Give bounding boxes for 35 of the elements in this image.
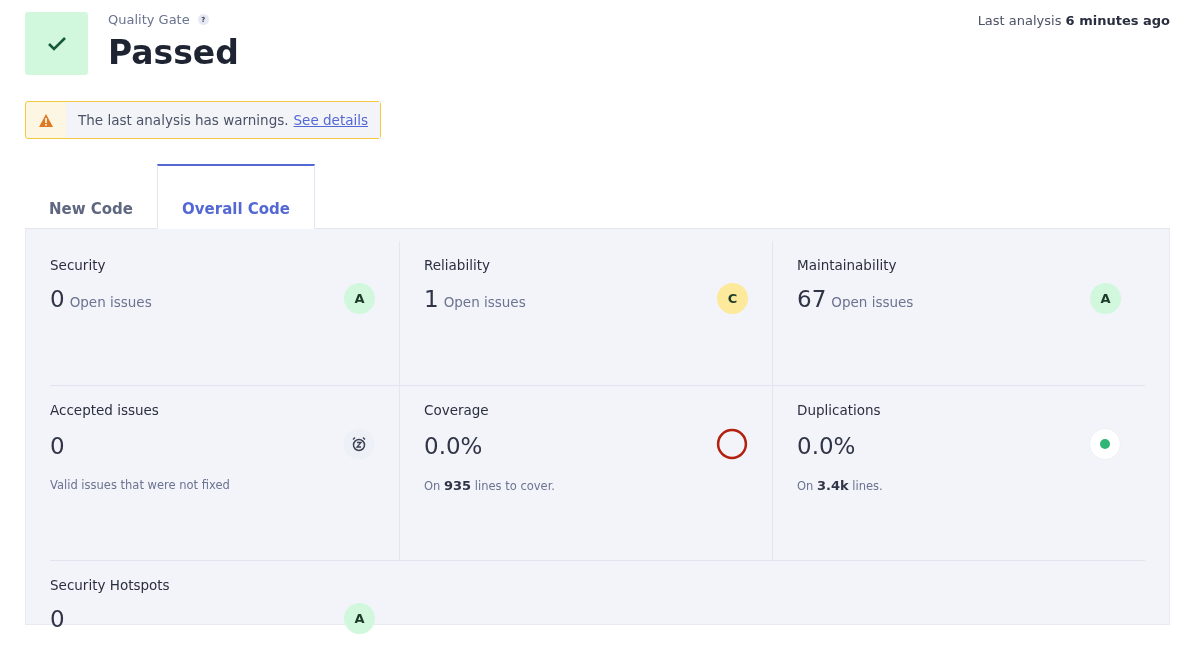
rating-badge[interactable]: C <box>717 283 748 314</box>
gate-status: Passed <box>108 33 239 72</box>
metric-caption: Open issues <box>831 293 914 310</box>
metric-label: Reliability <box>424 257 491 273</box>
metric-label: Security Hotspots <box>50 577 171 593</box>
metric-value[interactable]: 0.0% <box>424 433 483 459</box>
warning-icon <box>39 113 53 127</box>
see-details-link[interactable]: See details <box>293 112 368 128</box>
metric-value[interactable]: 0 <box>50 285 65 312</box>
section-label: Quality Gate <box>108 12 190 27</box>
metric-value[interactable]: 0.0% <box>797 433 856 459</box>
metric-label: Accepted issues <box>50 402 160 418</box>
coverage-ring <box>716 428 748 460</box>
rating-badge[interactable]: A <box>1090 283 1121 314</box>
metric-description: On 3.4k lines. <box>797 478 884 493</box>
rating-badge[interactable]: A <box>344 603 375 634</box>
code-tab[interactable]: Overall Code <box>157 164 315 229</box>
metric-value[interactable]: 0 <box>50 433 65 459</box>
metric-label: Security <box>50 257 107 273</box>
metric-label: Duplications <box>797 402 882 418</box>
metric-caption: Open issues <box>443 293 526 310</box>
metric-caption: Open issues <box>69 293 152 310</box>
metric-value[interactable]: 0 <box>50 605 65 632</box>
metric-label: Maintainability <box>797 257 898 273</box>
rating-badge[interactable]: A <box>344 283 375 314</box>
duplication-indicator <box>1089 428 1121 460</box>
warning-message: The last analysis has warnings. <box>78 112 289 128</box>
metric-value[interactable]: 1 <box>424 285 439 312</box>
metric-label: Coverage <box>424 402 490 418</box>
code-tab[interactable]: New Code <box>25 164 158 229</box>
metric-description: Valid issues that were not fixed <box>50 478 231 492</box>
checkmark-icon <box>47 36 66 51</box>
metric-description: On 935 lines to cover. <box>424 478 556 493</box>
last-analysis-text: Last analysis 6 minutes ago <box>977 13 1170 28</box>
metric-value[interactable]: 67 <box>797 285 827 312</box>
